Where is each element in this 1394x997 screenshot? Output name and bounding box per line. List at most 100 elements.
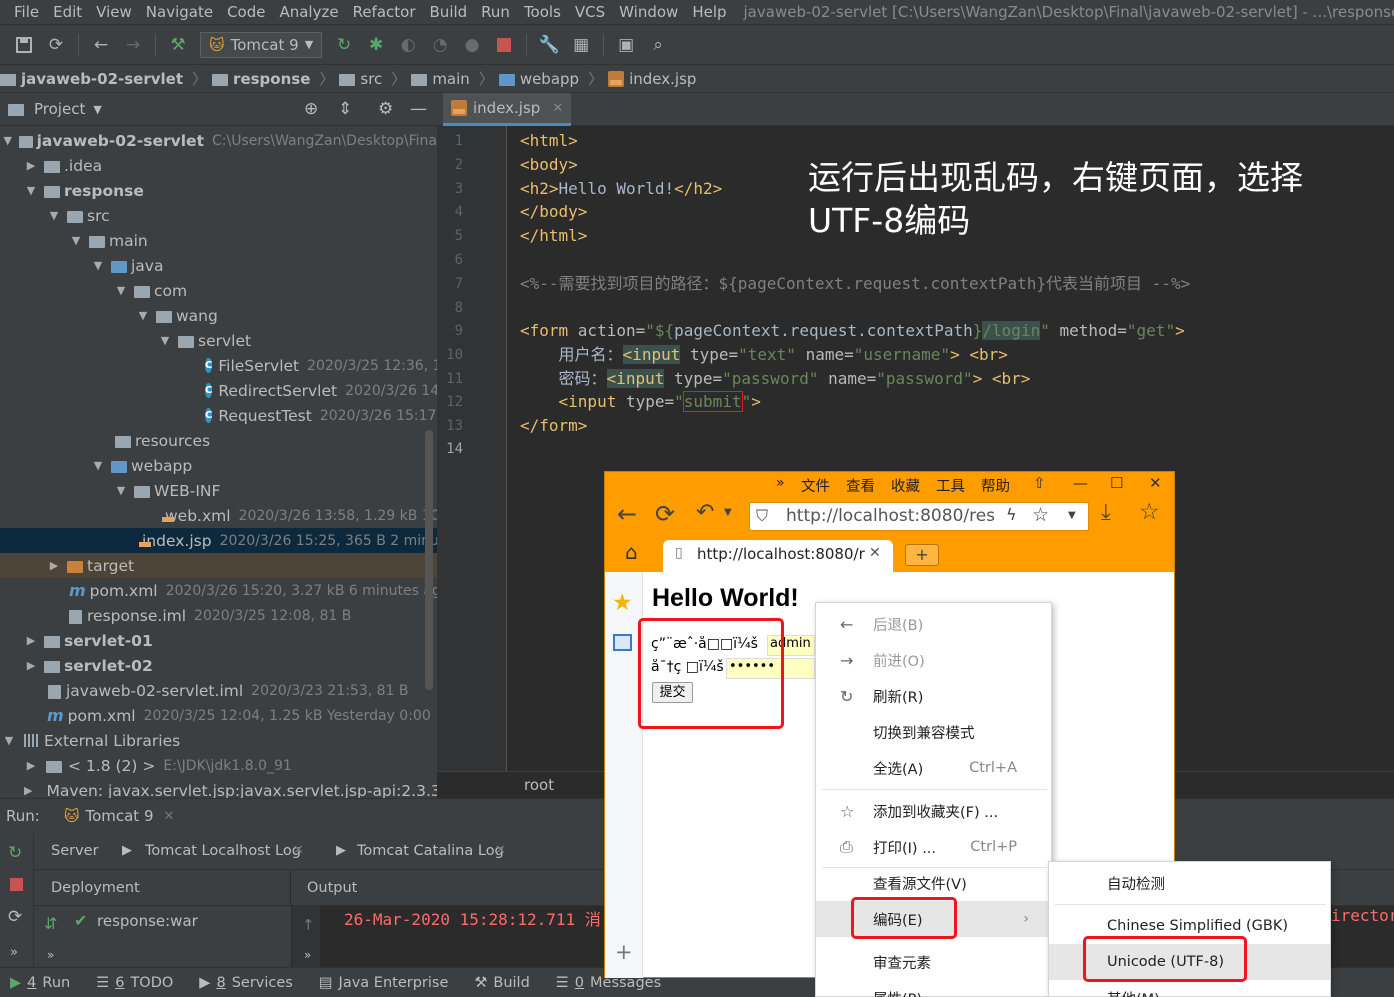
ctx-forward[interactable]: → 前进(O)	[816, 642, 1051, 678]
hide-panel-icon[interactable]: —	[410, 99, 427, 119]
tree-node[interactable]: m pom.xml 2020/3/25 12:04, 1.25 kB Yesterd…	[0, 703, 437, 728]
tree-node[interactable]: ▼ servlet	[0, 328, 437, 353]
run-config-selector[interactable]: 🐱 Tomcat 9 ▼	[200, 31, 323, 58]
tool-todo[interactable]: ☰ 6 TODO	[96, 975, 173, 991]
menu-file[interactable]: File	[0, 3, 46, 21]
breadcrumb-file[interactable]: index.jsp	[608, 70, 700, 88]
chevron-down-icon[interactable]: ▼	[24, 184, 38, 197]
tool-services[interactable]: ▶ 8 Services	[199, 975, 293, 991]
tree-node[interactable]: javaweb-02-servlet.iml 2020/3/23 21:53, 8…	[0, 678, 437, 703]
chevron-down-icon[interactable]: ▼	[114, 284, 128, 297]
close-window-icon[interactable]: ✕	[1149, 474, 1162, 492]
undo-icon[interactable]: ↶	[696, 500, 714, 525]
tree-node[interactable]: web.xml 2020/3/26 13:58, 1.29 kB 10	[0, 503, 437, 528]
sync-icon[interactable]: ⟳	[43, 32, 69, 58]
chevron-right-icon[interactable]: ▶	[47, 559, 61, 572]
tree-node[interactable]: m pom.xml 2020/3/26 15:20, 3.27 kB 6 minut…	[0, 578, 437, 603]
address-bar[interactable]: ⛉ http://localhost:8080/res ϟ ☆ ▼	[749, 502, 1089, 531]
tree-node[interactable]: resources	[0, 428, 437, 453]
locate-icon[interactable]: ⊕	[304, 99, 318, 119]
breadcrumb-src[interactable]: src	[339, 70, 386, 88]
tree-node[interactable]: C RequestTest 2020/3/26 15:17,	[0, 403, 437, 428]
breadcrumb-main[interactable]: main	[411, 70, 473, 88]
menu-run[interactable]: Run	[474, 3, 517, 21]
tree-node[interactable]: ▶ servlet-01	[0, 628, 437, 653]
terminal-icon[interactable]: ▣	[613, 32, 639, 58]
enc-auto-detect[interactable]: 自动检测	[1049, 865, 1330, 901]
chevron-down-icon[interactable]: ▼	[93, 103, 101, 116]
tool-build[interactable]: ⚒ Build	[474, 975, 529, 991]
tree-node[interactable]: ▼ javaweb-02-servlet C:\Users\WangZan\Desk…	[0, 128, 438, 153]
close-icon[interactable]: ✕	[495, 843, 506, 858]
chevron-down-icon[interactable]: ▼	[69, 234, 83, 247]
tree-node[interactable]: ▼ wang	[0, 303, 437, 328]
footer-crumb-root[interactable]: root	[524, 776, 554, 794]
more-icon[interactable]: »	[10, 945, 18, 960]
tool-run[interactable]: ▶ 4 Run	[10, 975, 70, 991]
favorites-star-icon[interactable]: ★	[612, 590, 633, 616]
chevron-down-icon[interactable]: ▼	[158, 334, 172, 347]
menu-view[interactable]: View	[89, 3, 139, 21]
breadcrumb-module[interactable]: response	[212, 70, 314, 88]
breadcrumb-project[interactable]: javaweb-02-servlet	[0, 70, 187, 88]
tree-node[interactable]: ▶ Maven: javax.servlet.jsp:javax.servlet.…	[0, 778, 437, 799]
add-icon[interactable]: +	[615, 940, 633, 964]
scroll-up-icon[interactable]: ↑	[302, 916, 315, 934]
menu-help[interactable]: Help	[685, 3, 733, 21]
chevron-down-icon[interactable]: ▼	[2, 734, 16, 747]
tree-node[interactable]: C FileServlet 2020/3/25 12:36, 1.	[0, 353, 437, 378]
ctx-refresh[interactable]: ↻ 刷新(R)	[816, 678, 1051, 714]
ctx-view-source[interactable]: 查看源文件(V)	[816, 865, 1051, 901]
tab-index-jsp[interactable]: index.jsp ✕	[443, 93, 572, 126]
close-icon[interactable]: ✕	[869, 545, 881, 561]
tree-node[interactable]: ▶ target	[0, 553, 437, 578]
more-icon[interactable]: »	[304, 948, 311, 962]
menu-code[interactable]: Code	[220, 3, 272, 21]
menu-tools[interactable]: Tools	[517, 3, 568, 21]
skin-icon[interactable]: ⇧	[1033, 474, 1046, 492]
ctx-inspect[interactable]: 审查元素	[816, 944, 1051, 980]
maximize-icon[interactable]: ☐	[1110, 474, 1123, 492]
tab-catalina-log[interactable]: Tomcat Catalina Log	[357, 843, 504, 859]
chevron-down-icon[interactable]: ▼	[1068, 510, 1076, 521]
tab-server[interactable]: Server	[51, 843, 99, 859]
tree-node[interactable]: ▼ java	[0, 253, 437, 278]
search-icon[interactable]: ⌕	[645, 32, 671, 58]
tool-java-enterprise[interactable]: ▤ Java Enterprise	[319, 975, 449, 991]
more-icon[interactable]: »	[47, 948, 54, 962]
chevron-right-icon[interactable]: ▶	[24, 759, 38, 772]
tree-node[interactable]: ▼ src	[0, 203, 437, 228]
chevron-right-icon[interactable]: ▶	[24, 634, 38, 647]
browser-menu-help[interactable]: 帮助	[981, 475, 1010, 496]
close-icon[interactable]: ✕	[164, 809, 175, 824]
chevron-down-icon[interactable]: ▼	[2, 134, 13, 147]
favorite-star-icon[interactable]: ☆	[1139, 499, 1160, 525]
ctx-back[interactable]: ← 后退(B)	[816, 606, 1051, 642]
lightning-icon[interactable]: ϟ	[1006, 505, 1017, 524]
project-structure-icon[interactable]: ▦	[568, 32, 594, 58]
project-tree-scrollbar[interactable]	[425, 430, 433, 690]
monitor-icon[interactable]	[613, 634, 632, 651]
tree-node[interactable]: ▼ main	[0, 228, 437, 253]
profile-icon[interactable]: ◔	[427, 32, 453, 58]
ctx-properties[interactable]: 属性(P)	[816, 980, 1051, 997]
back-icon[interactable]: ←	[617, 500, 637, 528]
attach-icon[interactable]: ●	[459, 32, 485, 58]
tree-node[interactable]: ▼ webapp	[0, 453, 437, 478]
menu-vcs[interactable]: VCS	[568, 3, 612, 21]
chevron-right-icon[interactable]: ▶	[24, 659, 38, 672]
tree-node[interactable]: ▶ .idea	[0, 153, 437, 178]
download-icon[interactable]: ⤓	[1101, 500, 1111, 525]
home-icon[interactable]: ⌂	[625, 540, 638, 564]
tree-node[interactable]: ▶ < 1.8 (2) > E:\JDK\jdk1.8.0_91	[0, 753, 437, 778]
stop-icon[interactable]	[10, 877, 23, 895]
enc-other[interactable]: 其他(M)	[1049, 980, 1330, 997]
browser-menu-file[interactable]: 文件	[801, 475, 830, 496]
minimize-icon[interactable]: —	[1073, 474, 1088, 492]
save-all-icon[interactable]	[11, 32, 37, 58]
chevron-down-icon[interactable]: ▼	[724, 507, 732, 518]
tree-node[interactable]: ▼ response	[0, 178, 437, 203]
ctx-add-favorite[interactable]: ☆ 添加到收藏夹(F) ...	[816, 793, 1051, 829]
back-icon[interactable]: ←	[88, 32, 114, 58]
project-view-selector[interactable]: Project	[34, 100, 85, 118]
